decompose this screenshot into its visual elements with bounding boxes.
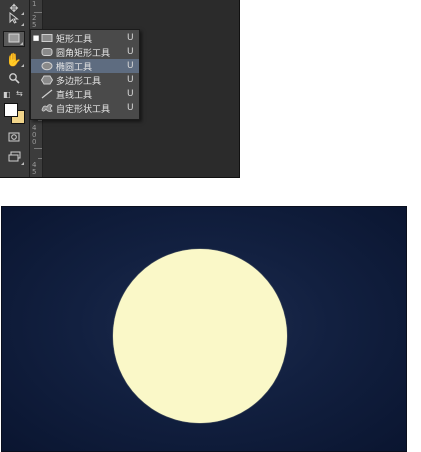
selection-icon [8, 11, 20, 27]
custom-shape-icon [41, 103, 53, 113]
rounded-rectangle-icon [41, 47, 53, 57]
menu-item-custom-shape-tool[interactable]: 自定形状工具 U [31, 101, 139, 115]
ruler-label: 5 [32, 21, 37, 29]
quick-mask-icon [8, 132, 20, 145]
screen-mode-button[interactable] [3, 150, 25, 166]
hand-tool-button[interactable]: ✋ [3, 52, 25, 68]
menu-item-label: 圆角矩形工具 [56, 48, 111, 59]
ellipse-shape[interactable] [113, 249, 287, 423]
document-canvas[interactable] [1, 206, 407, 452]
quick-mask-button[interactable] [3, 130, 25, 146]
menu-item-label: 自定形状工具 [56, 104, 111, 115]
swap-colors-icon[interactable]: ⇆ [16, 90, 23, 98]
menu-item-label: 直线工具 [56, 90, 93, 101]
menu-item-shortcut: U [127, 103, 134, 113]
menu-item-line-tool[interactable]: 直线工具 U [31, 87, 139, 101]
selection-tool-button[interactable] [3, 11, 25, 27]
line-icon [41, 89, 53, 99]
menu-item-label: 椭圆工具 [56, 62, 93, 73]
selected-bullet: ■ [32, 34, 40, 42]
menu-item-label: 多边形工具 [56, 76, 102, 87]
photoshop-panel: ✥ ✋ ◧ ⇆ 1 2 5 4 0 0 4 5 ■ 矩形工具 U 圆角矩形工具 … [0, 0, 240, 178]
hand-icon: ✋ [5, 52, 23, 68]
rectangle-tool-button[interactable] [3, 31, 25, 47]
shape-tool-flyout-menu: ■ 矩形工具 U 圆角矩形工具 U 椭圆工具 U 多边形工具 U 直线工具 U … [30, 29, 140, 120]
menu-item-rectangle-tool[interactable]: ■ 矩形工具 U [31, 31, 139, 45]
screen-mode-icon [8, 151, 21, 165]
menu-item-label: 矩形工具 [56, 34, 93, 45]
menu-item-ellipse-tool[interactable]: 椭圆工具 U [31, 59, 139, 73]
menu-item-shortcut: U [127, 89, 134, 99]
ruler-label: 1 [32, 0, 37, 8]
foreground-color-swatch[interactable] [4, 103, 18, 117]
rectangle-icon [41, 33, 53, 43]
menu-item-shortcut: U [127, 47, 134, 57]
tools-panel: ✥ ✋ ◧ ⇆ [0, 0, 30, 177]
ellipse-icon [41, 61, 53, 71]
zoom-icon [8, 72, 20, 87]
rectangle-icon [8, 33, 20, 46]
ruler-label: 5 [32, 168, 37, 176]
menu-item-shortcut: U [127, 61, 134, 71]
menu-item-polygon-tool[interactable]: 多边形工具 U [31, 73, 139, 87]
menu-item-shortcut: U [127, 33, 134, 43]
menu-item-shortcut: U [127, 75, 134, 85]
zoom-tool-button[interactable] [3, 71, 25, 87]
polygon-icon [40, 75, 54, 85]
menu-item-rounded-rectangle-tool[interactable]: 圆角矩形工具 U [31, 45, 139, 59]
ruler-label: 0 [32, 138, 37, 146]
default-colors-icon[interactable]: ◧ [3, 91, 11, 99]
